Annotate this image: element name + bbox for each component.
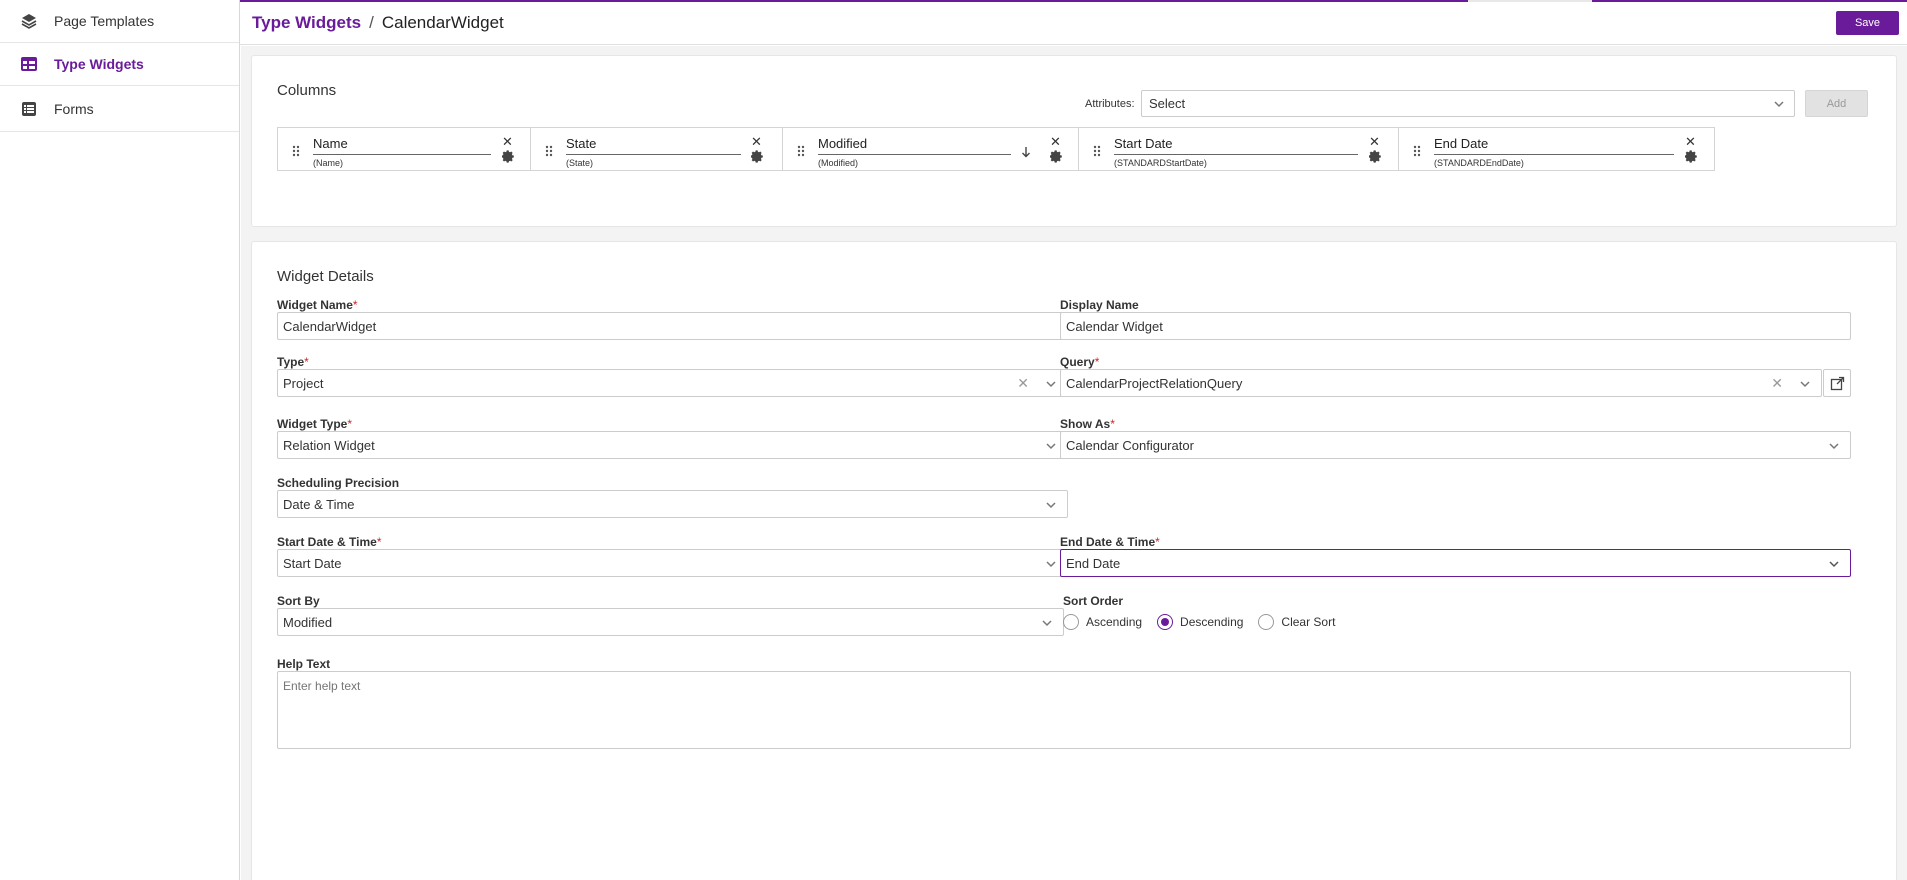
column-name[interactable]: Name: [313, 136, 491, 155]
table-icon: [20, 55, 38, 73]
attributes-label: Attributes:: [1085, 98, 1135, 110]
widget-details-title: Widget Details: [277, 268, 374, 285]
widget-type-select[interactable]: Relation Widget: [277, 431, 1068, 459]
widget-details-card: Widget Details Widget Name* CalendarWidg…: [251, 241, 1897, 880]
column-chip[interactable]: Modified (Modified) ✕: [783, 128, 1079, 170]
chevron-down-icon: [1772, 97, 1786, 114]
column-field: (Name): [313, 158, 344, 168]
help-text-textarea[interactable]: [277, 671, 1851, 749]
chevron-down-icon: [1044, 557, 1058, 574]
chevron-down-icon: [1044, 377, 1058, 394]
breadcrumb-separator: /: [369, 13, 374, 32]
gear-icon[interactable]: [1684, 150, 1698, 168]
sort-clear-radio[interactable]: Clear Sort: [1258, 614, 1335, 630]
gear-icon[interactable]: [750, 150, 764, 168]
widget-name-label: Widget Name*: [277, 298, 358, 312]
column-name[interactable]: End Date: [1434, 136, 1674, 155]
gear-icon[interactable]: [1368, 150, 1382, 168]
drag-handle-icon[interactable]: [545, 144, 553, 162]
drag-handle-icon[interactable]: [1413, 144, 1421, 162]
scheduling-precision-label: Scheduling Precision: [277, 476, 400, 490]
layers-icon: [20, 12, 38, 30]
column-field: (STANDARDEndDate): [1434, 158, 1524, 168]
column-field: (State): [566, 158, 594, 168]
column-name[interactable]: State: [566, 136, 741, 155]
query-label: Query*: [1060, 355, 1100, 369]
clear-icon[interactable]: ✕: [1017, 375, 1029, 392]
breadcrumb-type-widgets[interactable]: Type Widgets: [252, 13, 361, 33]
end-date-time-label: End Date & Time*: [1060, 535, 1160, 549]
radio-circle[interactable]: [1258, 614, 1275, 630]
end-date-time-select[interactable]: End Date: [1060, 549, 1851, 577]
sort-by-select[interactable]: Modified: [277, 608, 1064, 636]
help-text-label: Help Text: [277, 657, 331, 671]
drag-handle-icon[interactable]: [292, 144, 300, 162]
remove-column-icon[interactable]: ✕: [1050, 134, 1061, 150]
chevron-down-icon: [1044, 439, 1058, 456]
sort-descending-radio[interactable]: Descending: [1157, 614, 1243, 630]
columns-title: Columns: [277, 82, 337, 99]
clear-icon[interactable]: ✕: [1771, 375, 1783, 392]
sidebar-item-label: Forms: [54, 100, 94, 117]
open-query-icon[interactable]: [1823, 369, 1851, 397]
columns-card: Columns Attributes: Select Add Name (Nam…: [251, 55, 1897, 227]
sidebar-item-type-widgets[interactable]: Type Widgets: [0, 43, 239, 86]
sort-order-label: Sort Order: [1063, 594, 1124, 608]
attributes-select[interactable]: Select: [1141, 90, 1795, 117]
remove-column-icon[interactable]: ✕: [1685, 134, 1696, 150]
drag-handle-icon[interactable]: [797, 144, 805, 162]
sidebar-item-label: Type Widgets: [54, 56, 144, 72]
remove-column-icon[interactable]: ✕: [502, 134, 513, 150]
sidebar: Page Templates Type Widgets Forms: [0, 0, 240, 880]
gear-icon[interactable]: [501, 150, 515, 168]
sort-by-label: Sort By: [277, 594, 320, 608]
sort-ascending-radio[interactable]: Ascending: [1063, 614, 1142, 630]
widget-type-label: Widget Type*: [277, 417, 353, 431]
column-chip[interactable]: State (State) ✕: [531, 128, 783, 170]
remove-column-icon[interactable]: ✕: [1369, 134, 1380, 150]
column-list: Name (Name) ✕ State (State) ✕ Modified (…: [277, 127, 1715, 171]
column-name[interactable]: Modified: [818, 136, 1011, 155]
radio-circle-selected[interactable]: [1157, 614, 1174, 630]
widget-name-input[interactable]: CalendarWidget: [277, 312, 1068, 340]
sidebar-item-label: Page Templates: [54, 13, 155, 29]
start-date-time-select[interactable]: Start Date: [277, 549, 1068, 577]
column-field: (Modified): [818, 158, 859, 168]
remove-column-icon[interactable]: ✕: [751, 134, 762, 150]
column-chip[interactable]: Start Date (STANDARDStartDate) ✕: [1079, 128, 1399, 170]
show-as-select[interactable]: Calendar Configurator: [1060, 431, 1851, 459]
list-icon: [20, 100, 38, 118]
scheduling-precision-select[interactable]: Date & Time: [277, 490, 1068, 518]
radio-circle[interactable]: [1063, 614, 1079, 630]
start-date-time-label: Start Date & Time*: [277, 535, 382, 549]
sort-descending-icon[interactable]: [1021, 145, 1031, 163]
sidebar-item-forms[interactable]: Forms: [0, 86, 239, 132]
chevron-down-icon: [1827, 557, 1841, 574]
gear-icon[interactable]: [1049, 150, 1063, 168]
drag-handle-icon[interactable]: [1093, 144, 1101, 162]
chevron-down-icon: [1827, 439, 1841, 456]
save-button[interactable]: Save: [1836, 11, 1899, 35]
query-select[interactable]: CalendarProjectRelationQuery ✕: [1060, 369, 1822, 397]
main-content: Columns Attributes: Select Add Name (Nam…: [241, 46, 1907, 880]
add-button[interactable]: Add: [1805, 90, 1868, 117]
attributes-select-value: Select: [1149, 96, 1186, 111]
sort-order-radio-group: Ascending Descending Clear Sort: [1063, 614, 1350, 630]
chevron-down-icon: [1798, 377, 1812, 394]
column-name[interactable]: Start Date: [1114, 136, 1358, 155]
show-as-label: Show As*: [1060, 417, 1115, 431]
type-label: Type*: [277, 355, 309, 369]
chevron-down-icon: [1044, 498, 1058, 515]
display-name-label: Display Name: [1060, 298, 1139, 312]
display-name-input[interactable]: Calendar Widget: [1060, 312, 1851, 340]
page-title: CalendarWidget: [381, 13, 504, 32]
column-field: (STANDARDStartDate): [1114, 158, 1207, 168]
type-select[interactable]: Project ✕: [277, 369, 1068, 397]
column-chip[interactable]: Name (Name) ✕: [278, 128, 531, 170]
sidebar-item-page-templates[interactable]: Page Templates: [0, 0, 239, 43]
chevron-down-icon: [1040, 616, 1054, 633]
column-chip[interactable]: End Date (STANDARDEndDate) ✕: [1399, 128, 1714, 170]
page-header: Type Widgets / CalendarWidget Save: [240, 2, 1907, 45]
